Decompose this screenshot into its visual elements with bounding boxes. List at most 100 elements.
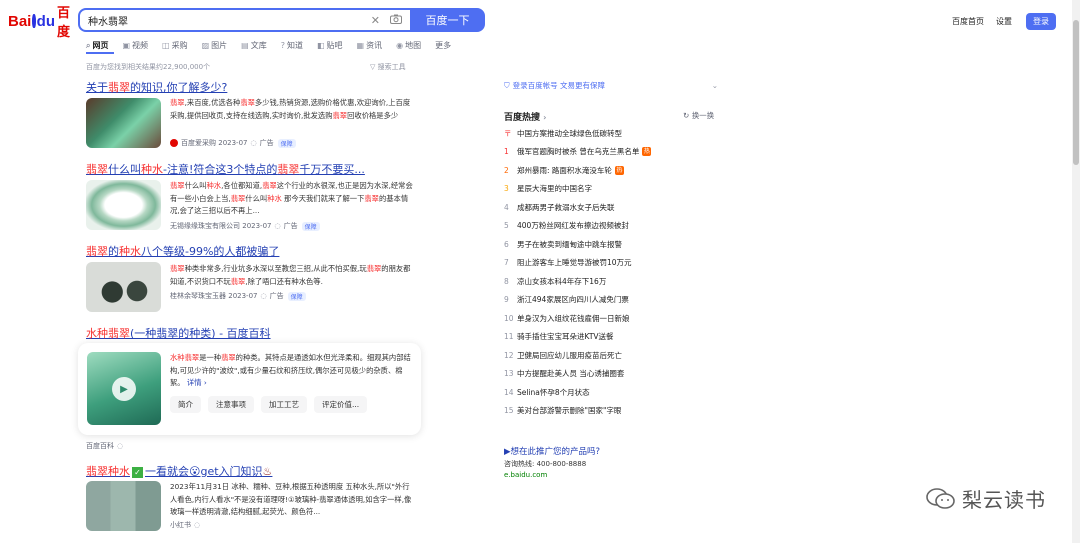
hot-item-text: 美对台部游警示删除"国家"字眼 (517, 406, 622, 416)
title-part: 关于 (86, 81, 108, 94)
home-link[interactable]: 百度首页 (952, 16, 984, 27)
search-button[interactable]: 百度一下 (410, 8, 485, 32)
baike-chip[interactable]: 简介 (170, 396, 201, 413)
search-tools[interactable]: ▽ 搜索工具 (370, 62, 406, 72)
info-icon[interactable]: ◌ (250, 139, 256, 147)
hot-rank: 15 (504, 406, 514, 416)
desc-highlight: 翡翠 (170, 181, 185, 190)
refresh-button[interactable]: ↻ 换一换 (683, 110, 714, 121)
info-icon[interactable]: ◌ (194, 521, 200, 529)
info-icon[interactable]: ◌ (117, 442, 123, 450)
info-icon[interactable]: ◌ (260, 292, 266, 300)
clear-icon[interactable]: ✕ (371, 14, 380, 27)
hot-item[interactable]: 11 骑手插住宝宝耳朵进KTV送餐 (504, 328, 724, 347)
result-thumbnail[interactable] (86, 98, 161, 148)
hot-rank: 2 (504, 165, 509, 175)
hot-item[interactable]: 3 星辰大海里的中国名字 (504, 180, 724, 199)
promo-url[interactable]: e.baidu.com (504, 471, 547, 479)
source-logo-icon (170, 139, 178, 147)
tab-more[interactable]: 更多 (435, 40, 451, 51)
hot-item[interactable]: 2 郑州暴雨: 路面积水淹没车轮热 (504, 161, 724, 180)
tab-web[interactable]: ⌕ 网页 (86, 40, 108, 51)
source-name[interactable]: 百度爱采购 (181, 138, 216, 148)
source-name[interactable]: 桂林余琴珠宝玉器 (170, 291, 226, 301)
baidu-logo[interactable]: Bai du 百度 (8, 5, 70, 39)
source-date: 2023-07 (242, 222, 272, 230)
result-thumbnail[interactable] (86, 180, 161, 230)
tab-purchase[interactable]: ◫ 采购 (162, 40, 188, 51)
settings-link[interactable]: 设置 (996, 16, 1012, 27)
hot-item[interactable]: 5 400万粉丝网红发布擦边视频被封 (504, 217, 724, 236)
guarantee-badge[interactable]: 保障 (277, 138, 296, 148)
hot-rank: 14 (504, 387, 514, 397)
desc-highlight: 翡翠 (364, 193, 379, 203)
info-icon[interactable]: ◌ (274, 222, 280, 230)
result-source: 百度爱采购 2023-07 ◌ 广告 保障 (170, 138, 296, 148)
source-name[interactable]: 百度百科 (86, 441, 114, 451)
hot-item[interactable]: 8 凉山女孩本科4年存下16万 (504, 272, 724, 291)
hot-item[interactable]: 10 单身汉为入组纹花钱雇佣一日新娘 (504, 309, 724, 328)
hot-item[interactable]: 6 男子在被卖到缅甸途中跳车报警 (504, 235, 724, 254)
title-part: 千万不要买... (299, 163, 365, 176)
hot-search-title[interactable]: 百度热搜 › (504, 110, 546, 123)
desc-highlight: 翡翠 (170, 264, 185, 273)
tab-label: 地图 (405, 41, 422, 50)
search-query: 种水翡翠 (88, 16, 128, 28)
tab-label: 资讯 (366, 41, 383, 50)
desc-part: 回收价格是多少 (347, 110, 399, 120)
result-title[interactable]: 关于翡翠的知识,你了解多少? (86, 79, 227, 95)
search-input[interactable]: 种水翡翠 ✕ (78, 8, 410, 32)
promo-link[interactable]: ▶想在此推广您的产品吗? (504, 445, 600, 457)
video-icon: ▣ (122, 41, 131, 50)
baike-chip[interactable]: 加工工艺 (261, 396, 307, 413)
baike-chip[interactable]: 注意事项 (208, 396, 254, 413)
result-title[interactable]: 翡翠种水 ✓ 一看就会😮get入门知识♨ (86, 463, 272, 479)
baike-title[interactable]: 水种翡翠(一种翡翠的种类) - 百度百科 (86, 325, 271, 341)
result-thumbnail[interactable] (86, 262, 161, 312)
hot-item[interactable]: 9 浙江494家展区向四川人减免门票 (504, 291, 724, 310)
tab-video[interactable]: ▣ 视频 (122, 40, 148, 51)
filter-icon: ▽ (370, 63, 378, 71)
hot-rank: 1 (504, 147, 509, 157)
hot-item[interactable]: 13 中方提醒赴美人员 当心诱捕圈套 (504, 365, 724, 384)
guarantee-badge[interactable]: 保障 (287, 291, 306, 301)
result-thumbnail[interactable] (86, 481, 161, 531)
tab-wenku[interactable]: ▤ 文库 (241, 40, 267, 51)
hot-item-text: 郑州暴雨: 路面积水淹没车轮 (517, 165, 612, 175)
hot-item[interactable]: 12 卫健局回应幼儿服用疫苗后死亡 (504, 346, 724, 365)
hot-item-text: 单身汉为入组纹花钱雇佣一日新娘 (517, 313, 630, 323)
logo-text-right: du (36, 12, 55, 30)
result-title[interactable]: 翡翠什么叫种水-注意!符合这3个特点的翡翠千万不要买... (86, 161, 365, 177)
desc-part: ,来百度,优选各种 (184, 98, 241, 107)
hot-item[interactable]: 7 阻止游客车上睡觉导游被罚10万元 (504, 254, 724, 273)
paw-icon (32, 14, 36, 28)
tab-news[interactable]: ▦ 资讯 (357, 40, 383, 51)
watermark: 梨云读书 (926, 484, 1046, 513)
hot-item[interactable]: 15 美对台部游警示删除"国家"字眼 (504, 402, 724, 421)
play-icon[interactable]: ▶ (112, 377, 136, 401)
login-button[interactable]: 登录 (1026, 13, 1056, 30)
camera-icon[interactable] (390, 14, 402, 27)
hot-item[interactable]: 1 俄军官题胸时被杀 曾在乌克兰黑名单热 (504, 143, 724, 162)
tab-label: 更多 (435, 41, 452, 50)
title-part: 的 (108, 245, 119, 258)
baike-chip[interactable]: 评定价值... (314, 396, 368, 413)
hot-item[interactable]: 〒中国方案推动全球绿色低碳转型 (504, 124, 724, 143)
baike-video-thumbnail[interactable]: ▶ (87, 352, 161, 425)
hot-item[interactable]: 14 Selina怀孕8个月状态 (504, 383, 724, 402)
tab-map[interactable]: ◉ 地图 (396, 40, 421, 51)
chevron-down-icon[interactable]: ⌄ (712, 81, 718, 90)
tab-tieba[interactable]: ◧ 贴吧 (317, 40, 343, 51)
tab-zhidao[interactable]: ? 知道 (281, 40, 303, 51)
baike-more-link[interactable]: 详情 › (187, 378, 207, 387)
result-title[interactable]: 翡翠的种水八个等级-99%的人都被骗了 (86, 243, 279, 259)
scrollbar-thumb[interactable] (1073, 20, 1079, 165)
hot-item-text: 中国方案推动全球绿色低碳转型 (517, 128, 622, 138)
hot-item[interactable]: 4 成都两男子救溺水女子后失联 (504, 198, 724, 217)
ad-label: 广告 (269, 292, 284, 300)
guarantee-badge[interactable]: 保障 (301, 221, 320, 231)
login-tip[interactable]: ⛉ 登录百度帐号 文易更有保障 ⌄ (504, 80, 718, 91)
source-name[interactable]: 小红书 (170, 520, 191, 530)
tab-image[interactable]: ▨ 图片 (202, 40, 228, 51)
source-name[interactable]: 无锡缘缘珠宝有限公司 (170, 221, 240, 231)
